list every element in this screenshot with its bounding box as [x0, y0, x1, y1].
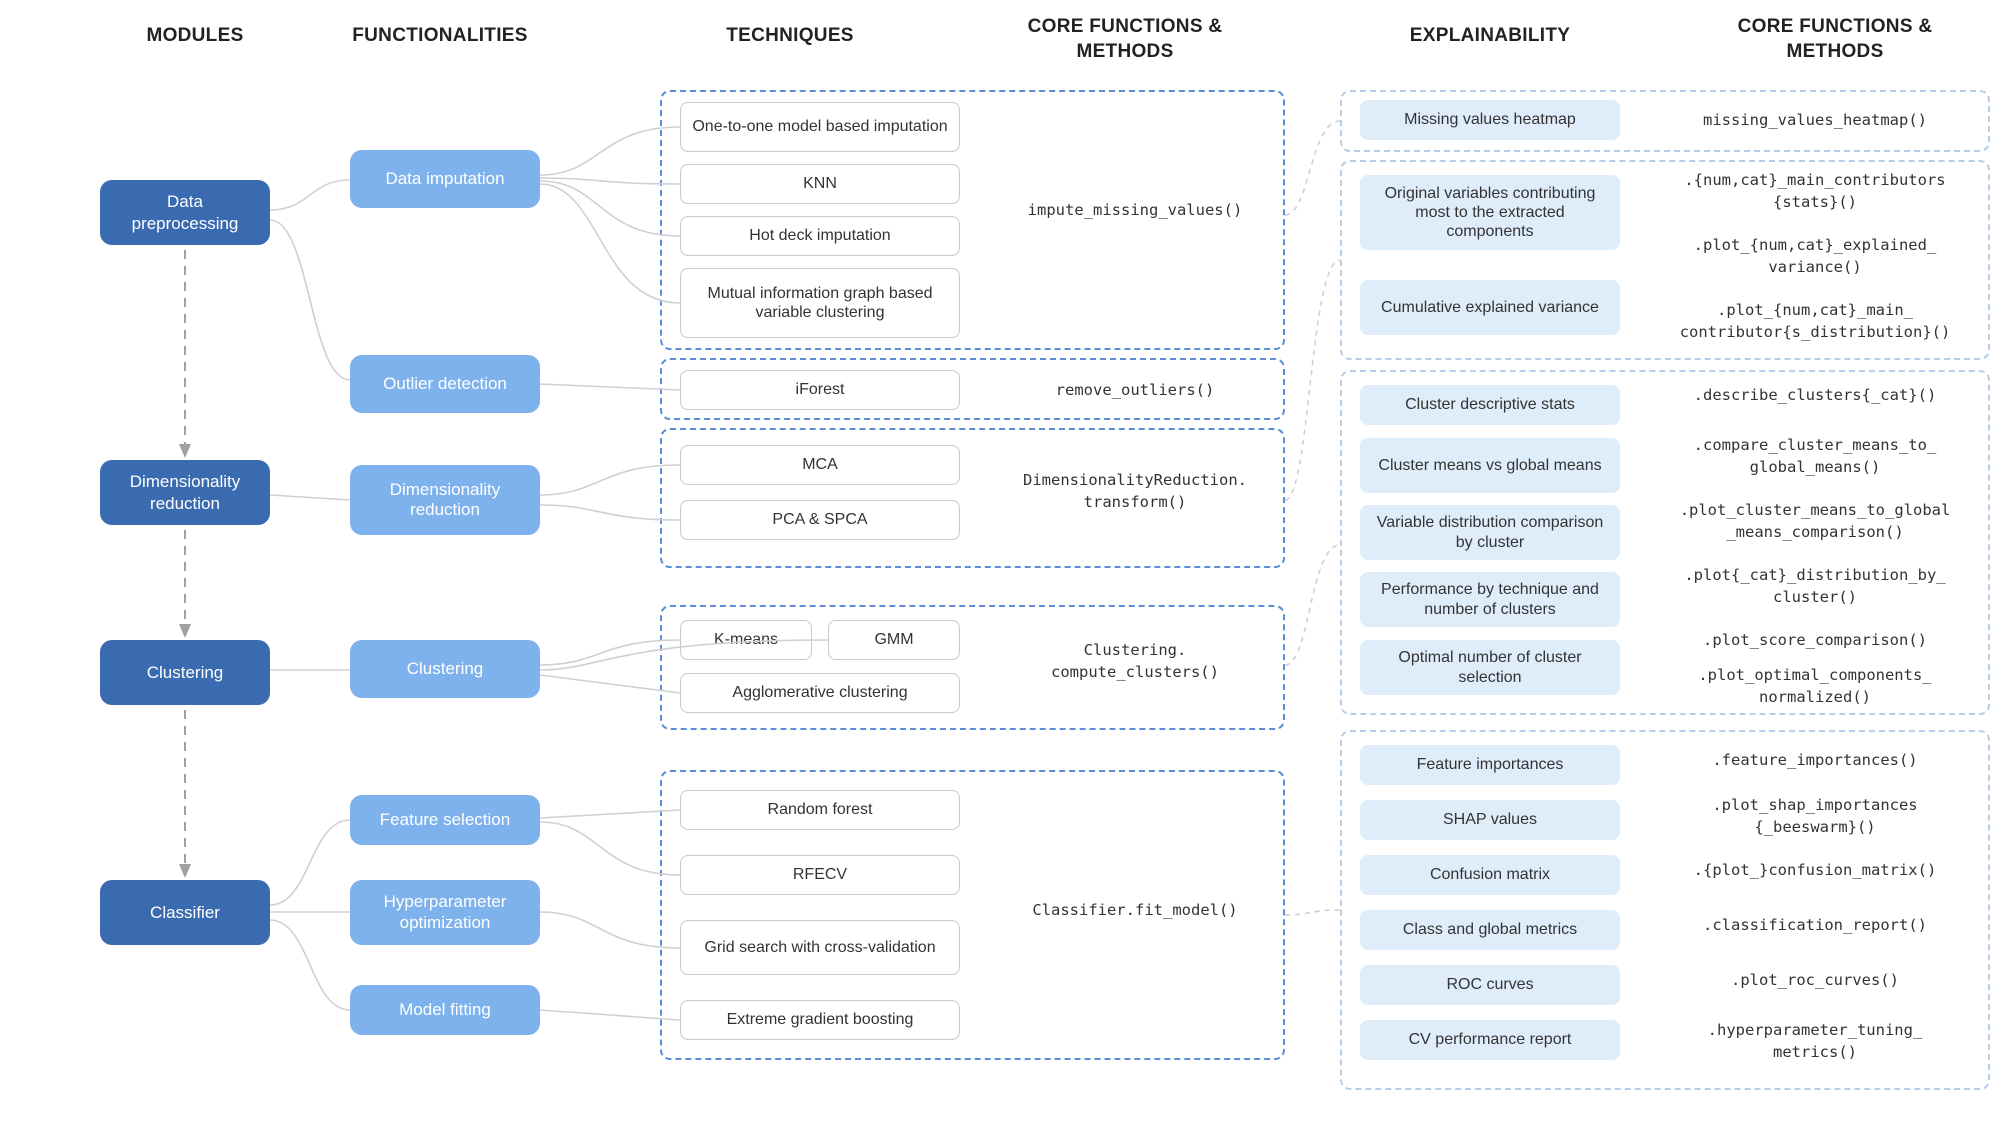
expl-cv-perf: CV performance report: [1360, 1020, 1620, 1060]
expl-missing-heat: Missing values heatmap: [1360, 100, 1620, 140]
tech-mca: MCA: [680, 445, 960, 485]
tech-kmeans: K-means: [680, 620, 812, 660]
core2-plot-dist: .plot{_cat}_distribution_by_cluster(): [1650, 565, 1980, 608]
header-functionalities: FUNCTIONALITIES: [330, 25, 550, 47]
core2-hyper: .hyperparameter_tuning_metrics(): [1650, 1020, 1980, 1063]
core-remove: remove_outliers(): [985, 380, 1285, 402]
tech-iforest: iForest: [680, 370, 960, 410]
expl-roc: ROC curves: [1360, 965, 1620, 1005]
func-imputation: Data imputation: [350, 150, 540, 208]
core2-feat-imp: .feature_importances(): [1650, 750, 1980, 772]
expl-opt-num: Optimal number of cluster selection: [1360, 640, 1620, 695]
core2-roc: .plot_roc_curves(): [1650, 970, 1980, 992]
core2-class-rep: .classification_report(): [1650, 915, 1980, 937]
tech-gmm: GMM: [828, 620, 960, 660]
header-techniques: TECHNIQUES: [680, 25, 900, 47]
module-dimred: Dimensionality reduction: [100, 460, 270, 525]
core2-opt-comp: .plot_optimal_components_normalized(): [1650, 665, 1980, 708]
header-modules: MODULES: [105, 25, 285, 47]
core2-main-contrib-dist: .plot_{num,cat}_main_contributor{s_distr…: [1650, 300, 1980, 343]
tech-rfecv: RFECV: [680, 855, 960, 895]
core2-missing-heat: missing_values_heatmap(): [1650, 110, 1980, 132]
expl-cluster-means: Cluster means vs global means: [1360, 438, 1620, 493]
expl-orig-vars: Original variables contributing most to …: [1360, 175, 1620, 250]
module-classifier: Classifier: [100, 880, 270, 945]
func-hyper: Hyperparameter optimization: [350, 880, 540, 945]
header-core1: CORE FUNCTIONS & METHODS: [985, 15, 1265, 64]
core-clustering: Clustering.compute_clusters(): [985, 640, 1285, 683]
expl-conf: Confusion matrix: [1360, 855, 1620, 895]
module-preprocessing: Data preprocessing: [100, 180, 270, 245]
tech-agg: Agglomerative clustering: [680, 673, 960, 713]
core-classifier: Classifier.fit_model(): [985, 900, 1285, 922]
diagram-canvas: MODULES FUNCTIONALITIES TECHNIQUES CORE …: [0, 0, 2000, 1125]
tech-xgb: Extreme gradient boosting: [680, 1000, 960, 1040]
func-clustering: Clustering: [350, 640, 540, 698]
tech-mi-graph: Mutual information graph based variable …: [680, 268, 960, 338]
tech-knn: KNN: [680, 164, 960, 204]
core2-shap: .plot_shap_importances{_beeswarm}(): [1650, 795, 1980, 838]
func-modelfit: Model fitting: [350, 985, 540, 1035]
func-dimred: Dimensionality reduction: [350, 465, 540, 535]
tech-onetoone: One-to-one model based imputation: [680, 102, 960, 152]
expl-feat-imp: Feature importances: [1360, 745, 1620, 785]
expl-perf-tech: Performance by technique and number of c…: [1360, 572, 1620, 627]
expl-cluster-desc: Cluster descriptive stats: [1360, 385, 1620, 425]
header-explainability: EXPLAINABILITY: [1370, 25, 1610, 47]
core2-compare: .compare_cluster_means_to_global_means(): [1650, 435, 1980, 478]
core2-expl-var: .plot_{num,cat}_explained_variance(): [1650, 235, 1980, 278]
tech-pca: PCA & SPCA: [680, 500, 960, 540]
core2-describe: .describe_clusters{_cat}(): [1650, 385, 1980, 407]
core2-main-contrib: .{num,cat}_main_contributors{stats}(): [1650, 170, 1980, 213]
core2-conf: .{plot_}confusion_matrix(): [1650, 860, 1980, 882]
header-core2: CORE FUNCTIONS & METHODS: [1695, 15, 1975, 64]
func-featsel: Feature selection: [350, 795, 540, 845]
core2-score-comp: .plot_score_comparison(): [1650, 630, 1980, 652]
connector-lines: [0, 0, 2000, 1125]
expl-cum-var: Cumulative explained variance: [1360, 280, 1620, 335]
tech-rf: Random forest: [680, 790, 960, 830]
core-dimred: DimensionalityReduction.transform(): [985, 470, 1285, 513]
tech-gridcv: Grid search with cross-validation: [680, 920, 960, 975]
func-outlier: Outlier detection: [350, 355, 540, 413]
module-clustering: Clustering: [100, 640, 270, 705]
expl-shap: SHAP values: [1360, 800, 1620, 840]
expl-class-metrics: Class and global metrics: [1360, 910, 1620, 950]
expl-var-dist: Variable distribution comparison by clus…: [1360, 505, 1620, 560]
core-impute: impute_missing_values(): [985, 200, 1285, 222]
tech-hotdeck: Hot deck imputation: [680, 216, 960, 256]
core2-plot-cluster: .plot_cluster_means_to_global_means_comp…: [1650, 500, 1980, 543]
